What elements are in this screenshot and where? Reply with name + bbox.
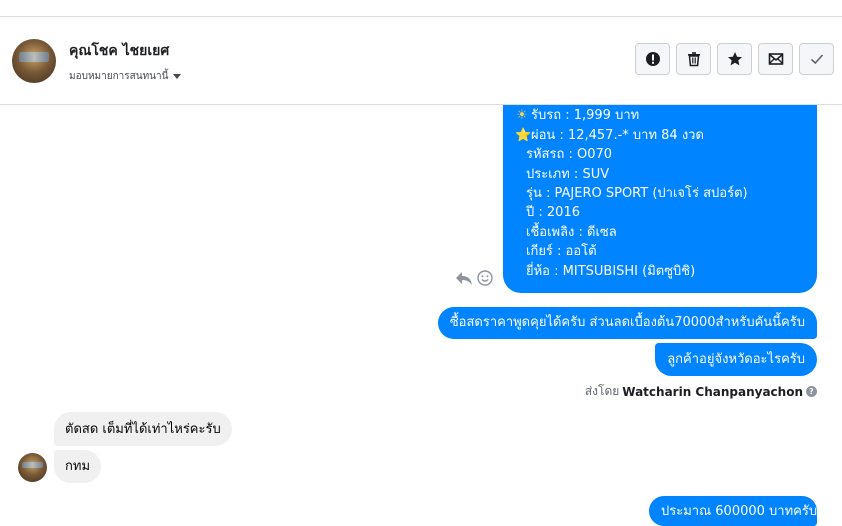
conversation-header: คุณโชค ไชยเยศ มอบหมายการสนทนานี้ — [0, 17, 842, 105]
car-listing-text: รุ่น : PAJERO SPORT (ปาเจโร่ สปอร์ต) — [526, 186, 748, 202]
star-button[interactable] — [717, 43, 752, 75]
car-listing-message: ⭐ผ่อนแค่พิเศษ : 895,000 บาท☀รับรถ : 1,99… — [503, 80, 817, 293]
car-listing-line: ยี่ห้อ : MITSUBISHI (มิตซูบิชิ) — [515, 262, 805, 281]
sent-by-label: ส่งโดย — [584, 384, 620, 398]
car-listing-text: ปี : 2016 — [526, 205, 580, 221]
car-listing-line: รหัสรถ : O070 — [515, 145, 805, 164]
car-listing-text: ยี่ห้อ : MITSUBISHI (มิตซูบิชิ) — [526, 263, 696, 279]
incoming-message: ตัดสด เต็มที่ได้เท่าไหร่คะรับ — [54, 412, 232, 446]
delete-button[interactable] — [676, 43, 711, 75]
car-listing-line: เชื้อเพลิง : ดีเซล — [515, 223, 805, 242]
emoji-react-icon[interactable] — [477, 270, 493, 290]
message-actions — [455, 270, 493, 290]
sent-by-info: ส่งโดย Watcharin Chanpanyachon ? — [585, 382, 817, 401]
sender-name: Watcharin Chanpanyachon — [622, 384, 803, 399]
car-listing-line: ประเภท : SUV — [515, 165, 805, 184]
car-listing-line: รุ่น : PAJERO SPORT (ปาเจโร่ สปอร์ต) — [515, 184, 805, 203]
car-listing-text: ผ่อน : 12,457.-* บาท 84 งวด — [531, 127, 704, 143]
caret-down-icon — [173, 74, 182, 79]
spam-button[interactable] — [635, 43, 670, 75]
car-listing-line: ⭐ผ่อน : 12,457.-* บาท 84 งวด — [515, 126, 805, 145]
contact-name[interactable]: คุณโชค ไชยเยศ — [69, 40, 169, 62]
trash-icon — [687, 52, 700, 67]
help-icon[interactable]: ? — [806, 386, 817, 397]
alert-icon — [645, 52, 660, 66]
outgoing-message-partial: ประมาณ 600000 บาทครับ — [649, 496, 817, 526]
car-listing-text: เชื้อเพลิง : ดีเซล — [526, 224, 617, 240]
sun-emoji-icon: ☀ — [516, 108, 528, 124]
assign-conversation-dropdown[interactable]: มอบหมายการสนทนานี้ — [69, 69, 182, 84]
star-emoji-icon: ⭐ — [515, 127, 532, 143]
incoming-message: กทม — [54, 450, 102, 483]
mark-unread-button[interactable] — [758, 43, 793, 75]
assign-label: มอบหมายการสนทนานี้ — [69, 71, 169, 82]
reply-icon[interactable] — [455, 270, 473, 290]
star-icon — [727, 52, 742, 66]
envelope-icon — [768, 53, 783, 65]
outgoing-message: ซื้อสดราคาพูดคุยได้ครับ ส่วนลดเบื้องต้น7… — [437, 307, 817, 339]
car-listing-line: ปี : 2016 — [515, 203, 805, 222]
mark-done-button[interactable] — [799, 43, 834, 75]
outgoing-message: ลูกค้าอยู่จังหวัดอะไรครับ — [655, 343, 817, 376]
contact-avatar[interactable] — [12, 39, 56, 83]
check-icon — [810, 54, 823, 65]
car-listing-text: รหัสรถ : O070 — [526, 147, 613, 163]
header-actions — [635, 43, 834, 75]
car-listing-text: ประเภท : SUV — [526, 166, 610, 182]
contact-avatar-small[interactable] — [18, 453, 47, 482]
car-listing-line: เกียร์ : ออโต้ — [515, 242, 805, 261]
car-listing-line: ☀ รับรถ : 1,999 บาท — [515, 106, 805, 125]
car-listing-text: รับรถ : 1,999 บาท — [531, 108, 640, 124]
car-listing-text: เกียร์ : ออโต้ — [526, 244, 597, 260]
